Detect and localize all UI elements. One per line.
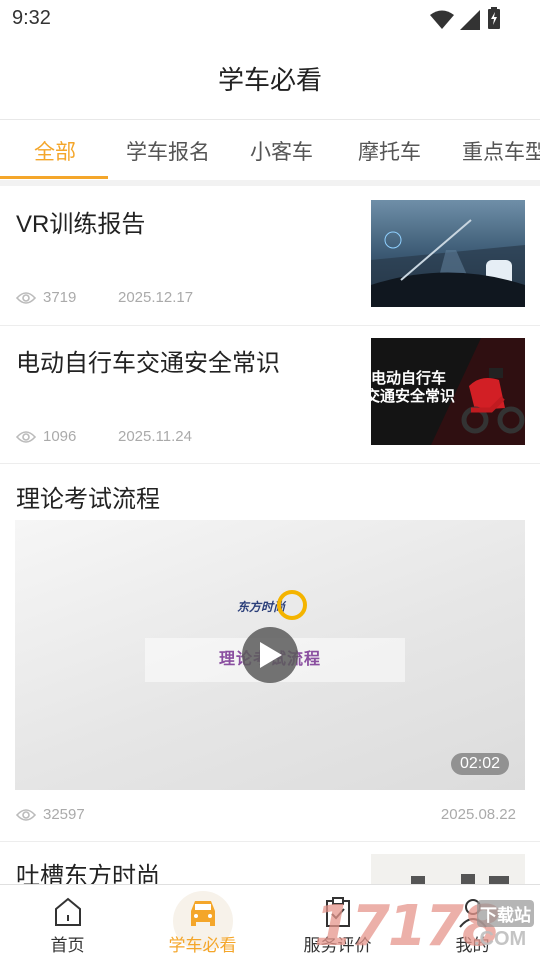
watermark-suffix: .COM [474,928,527,950]
article-thumbnail [371,200,525,307]
view-count: 1096 [43,428,77,445]
publish-date: 2025.08.22 [440,806,516,823]
brand-sun-icon [277,590,307,620]
article-meta: 32597 2025.08.22 [16,806,516,826]
article-meta: 1096 2025.11.24 [16,428,316,448]
page-title: 学车必看 [217,65,322,95]
vr-driving-image [371,200,525,307]
active-tab-indicator [0,176,108,179]
wifi-icon [430,10,454,29]
brand-logo: 东方时尚 [237,590,307,624]
thumb-caption-line2: 交通安全常识 [371,388,456,405]
view-count: 3719 [43,289,77,306]
site-watermark: 17178 下载站 .COM [314,892,540,960]
article-item[interactable]: 电动自行车交通安全常识 1096 2025.11.24 电动自行车 交通安全常识 [0,326,540,464]
video-duration: 02:02 [449,752,510,776]
article-title: 电动自行车交通安全常识 [16,350,280,377]
nav-home-label: 首页 [50,936,85,955]
signal-icon [460,10,480,30]
category-tabs: 全部 学车报名 小客车 摩托车 重点车型 [0,120,540,180]
eye-icon [16,292,36,304]
thumb-caption-line1: 电动自行车 [371,370,447,387]
battery-charging-icon [488,7,500,29]
status-icons [430,6,500,30]
article-title: 理论考试流程 [16,486,160,513]
publish-date: 2025.12.17 [118,289,194,306]
nav-must-read[interactable]: 学车必看 [135,885,270,960]
nav-home[interactable]: 首页 [0,885,135,960]
nav-must-read-label: 学车必看 [168,936,237,955]
tab-key-vehicles[interactable]: 重点车型 [462,136,540,166]
tab-motorcycle[interactable]: 摩托车 [358,136,421,166]
watermark-digits: 17178 [314,894,501,959]
tab-all[interactable]: 全部 [34,136,76,166]
car-icon [190,901,215,926]
tab-registration[interactable]: 学车报名 [126,136,210,166]
play-button[interactable] [242,627,298,683]
watermark-text: 下载站 [477,900,534,927]
article-thumbnail: 电动自行车 交通安全常识 [371,338,525,445]
article-meta: 3719 2025.12.17 [16,289,316,309]
article-title: VR训练报告 [16,211,146,238]
status-bar: 9:32 [0,0,540,36]
status-time: 9:32 [12,7,51,29]
home-icon [54,897,81,926]
tab-passenger-car[interactable]: 小客车 [250,136,313,166]
publish-date: 2025.11.24 [118,428,192,445]
play-icon [260,642,282,668]
article-item[interactable]: VR训练报告 3719 2025.12.17 [0,186,540,326]
video-player[interactable]: 东方时尚 理论考试流程 02:02 [15,520,525,790]
eye-icon [16,431,36,443]
page-header: 学车必看 [0,36,540,120]
